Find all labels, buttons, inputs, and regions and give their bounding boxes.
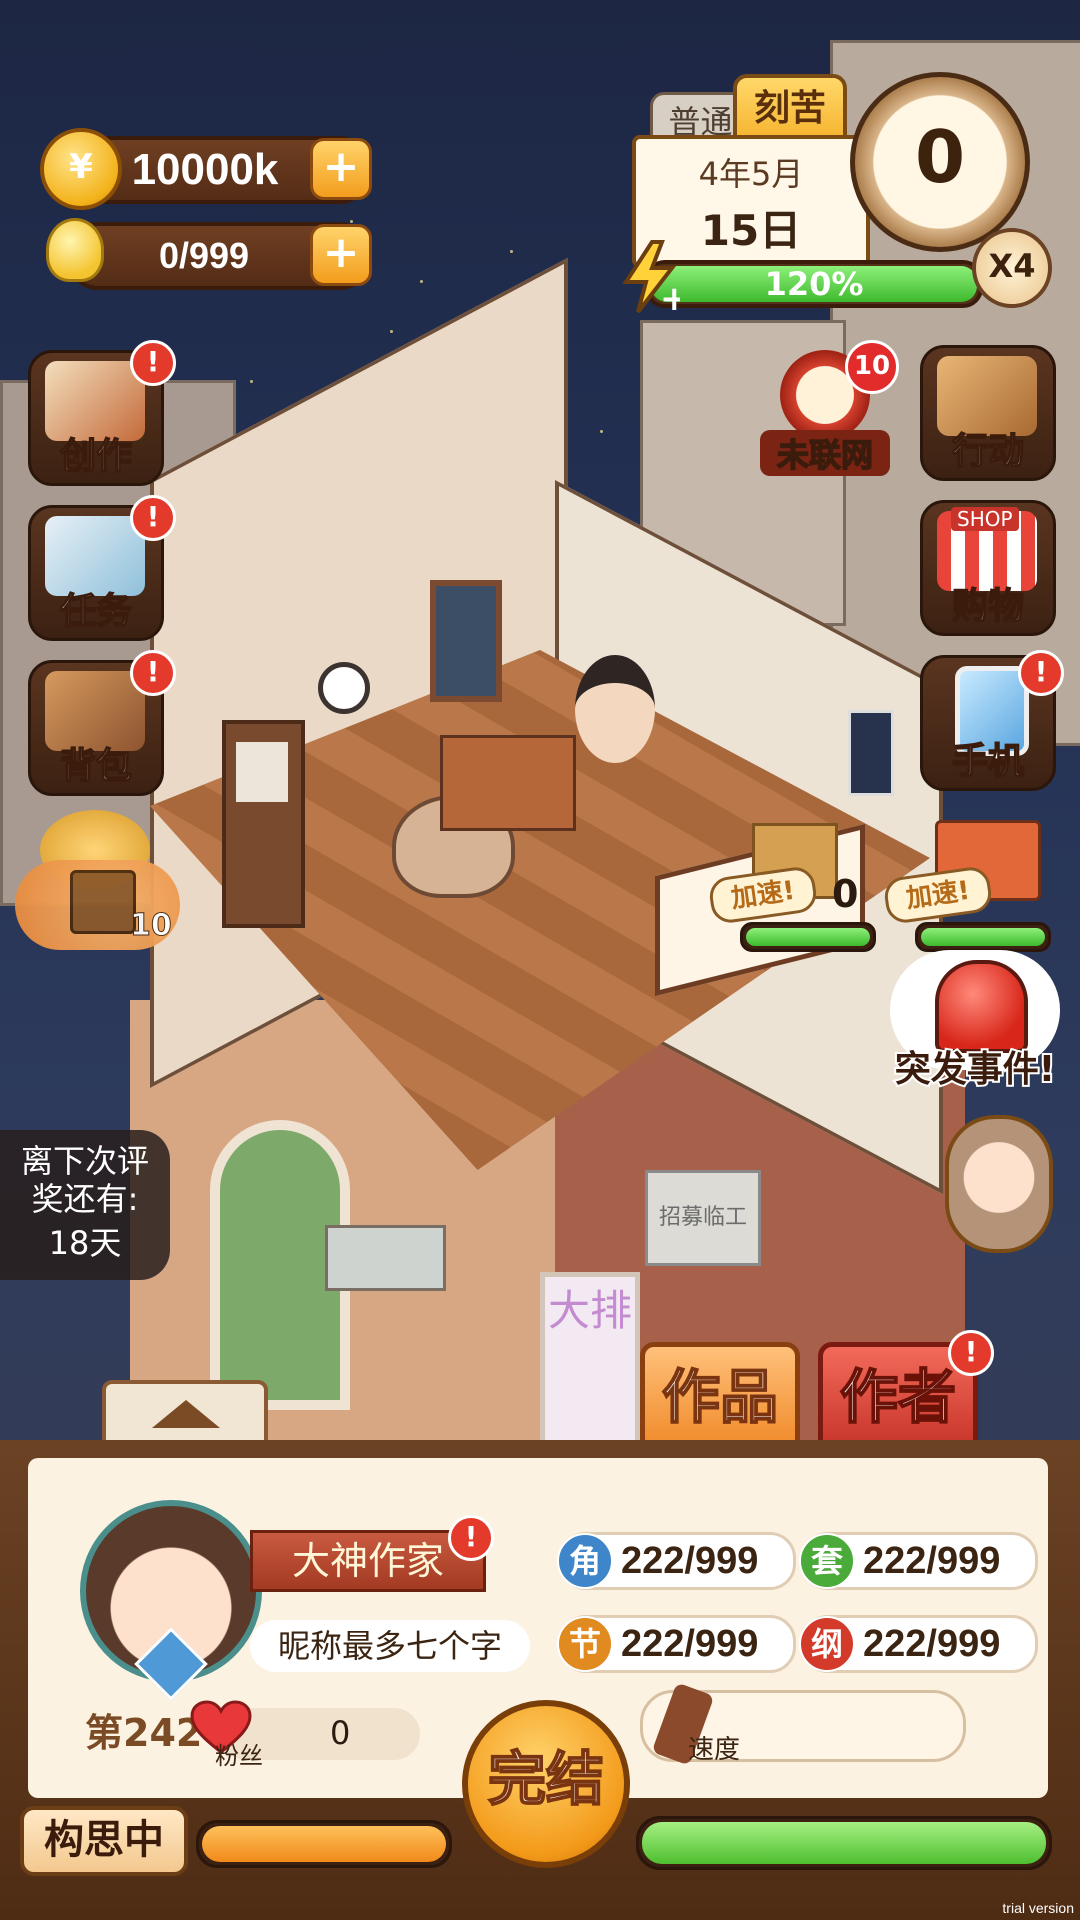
speed-meter: 速度 [640, 1682, 966, 1766]
speed-label: 速度 [688, 1735, 741, 1765]
tasks-label: 任务 [59, 590, 133, 633]
writing-progress-bar [636, 1816, 1052, 1870]
speedup-count: 0 [832, 872, 859, 916]
create-alert-badge: ! [130, 340, 176, 386]
nickname[interactable]: 昵称最多七个字 [250, 1620, 530, 1672]
stat-value: 222/999 [863, 1540, 1001, 1582]
tab-works[interactable]: 作品 [640, 1342, 800, 1452]
add-coins-button[interactable]: + [310, 138, 372, 200]
rank-number: 第242 [85, 1711, 203, 1755]
eval-days: 18天 [48, 1224, 122, 1262]
author-alert-badge: ! [948, 1330, 994, 1376]
idea-amount: 0/999 [158, 235, 250, 276]
finish-button[interactable]: 完结 [462, 1700, 630, 1868]
lightbulb-icon [46, 218, 104, 282]
action-label: 行动 [951, 430, 1025, 473]
backpack-label: 背包 [59, 745, 133, 788]
writing-status: 构思中 [20, 1806, 188, 1876]
eval-line1: 离下次评 [20, 1142, 149, 1180]
energy-label: 120% [764, 265, 864, 303]
dial-value: 0 [914, 115, 966, 199]
outline-stat-icon: 纲 [799, 1616, 855, 1672]
speedup-progress [740, 922, 876, 952]
wall-poster [848, 710, 894, 796]
treasure-chest-button[interactable]: 10 [15, 860, 180, 950]
phone-alert-badge: ! [1018, 650, 1064, 696]
shop-sign: SHOP [951, 507, 1019, 531]
street-poster: 大排 [540, 1272, 640, 1452]
stat-character: 角 222/999 [557, 1532, 796, 1590]
room-door[interactable] [222, 720, 305, 928]
tasks-alert-badge: ! [130, 495, 176, 541]
routine-stat-icon: 套 [799, 1533, 855, 1589]
backpack-alert-badge: ! [130, 650, 176, 696]
treasure-chest-icon [70, 870, 136, 934]
wall-clock-icon [318, 662, 370, 714]
action-button[interactable]: 行动 [920, 345, 1056, 481]
assistant-girl-avatar[interactable] [945, 1115, 1053, 1253]
writing-desk[interactable] [440, 735, 576, 831]
eval-line2: 奖还有: [31, 1180, 139, 1218]
energy-bar: 120% [645, 260, 983, 308]
network-badge: 10 [845, 340, 899, 394]
add-ideas-button[interactable]: + [310, 224, 372, 286]
stat-value: 222/999 [621, 1540, 759, 1582]
speedup-bed[interactable]: 加速! 0 [707, 864, 890, 952]
emergency-event-button[interactable]: 突发事件! [880, 930, 1070, 1110]
svg-text:+: + [660, 279, 680, 315]
fans-value: 0 [330, 1714, 351, 1752]
lightning-icon[interactable]: + [620, 240, 680, 315]
writer-character[interactable] [575, 655, 655, 763]
speedup-label[interactable]: 加速! [707, 864, 819, 926]
speed-multiplier-button[interactable]: X4 [972, 228, 1052, 308]
coin-icon: ¥ [40, 128, 122, 210]
stat-outline: 纲 222/999 [799, 1615, 1038, 1673]
fans-label: 粉丝 [215, 1742, 263, 1770]
fans-counter: 粉丝 0 [190, 1700, 420, 1770]
network-label: 未联网 [760, 430, 890, 476]
calendar-month: 4年5月 [698, 155, 804, 193]
character-stat-icon: 角 [557, 1533, 613, 1589]
shop-sign [325, 1225, 446, 1291]
trial-watermark: trial version [1002, 1900, 1074, 1916]
phone-label: 手机 [951, 740, 1025, 783]
shop-button[interactable]: SHOP 购物 [920, 500, 1056, 636]
wall-window [430, 580, 502, 702]
speedup-truck[interactable]: 加速! [882, 864, 1065, 952]
progress-dial[interactable]: 0 [850, 72, 1030, 252]
idea-progress-bar [196, 1820, 452, 1868]
stat-pacing: 节 222/999 [557, 1615, 796, 1673]
speedup-label[interactable]: 加速! [882, 864, 994, 926]
event-label: 突发事件! [893, 1047, 1057, 1092]
stat-value: 222/999 [863, 1623, 1001, 1665]
pacing-stat-icon: 节 [557, 1616, 613, 1672]
recruit-sign: 招募临工 [645, 1170, 761, 1266]
stat-value: 222/999 [621, 1623, 759, 1665]
triangle-up-icon [152, 1400, 220, 1428]
evaluation-countdown: 离下次评 奖还有: 18天 [0, 1130, 170, 1280]
stat-routine: 套 222/999 [799, 1532, 1038, 1590]
create-label: 创作 [59, 435, 133, 478]
chest-count: 10 [130, 908, 173, 944]
rank-alert-badge: ! [448, 1515, 494, 1561]
idea-bar: 0/999 + [68, 222, 372, 290]
shop-label: 购物 [951, 585, 1025, 628]
